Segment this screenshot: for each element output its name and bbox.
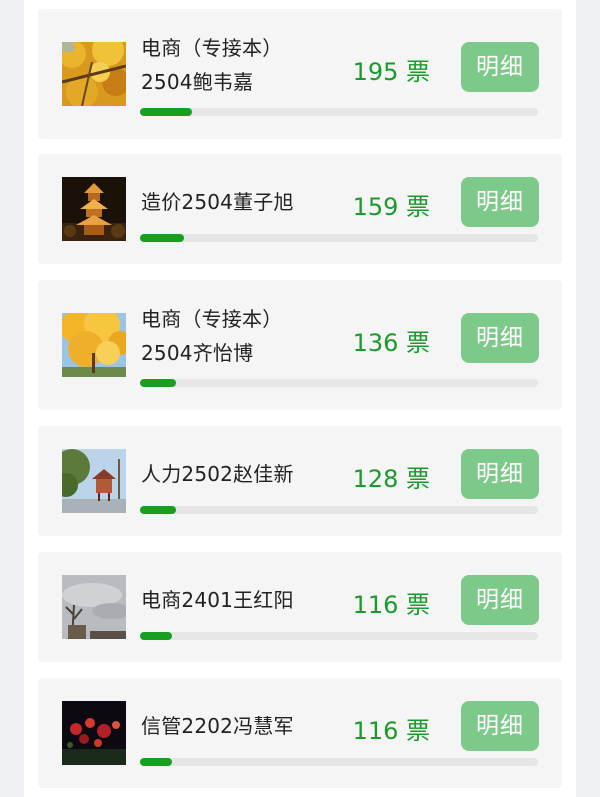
candidate-name: 造价2504董子旭	[141, 190, 294, 214]
yellow-tree-photo[interactable]	[62, 313, 126, 377]
candidate-name: 电商（专接本）2504齐怡博	[141, 307, 283, 365]
vote-progress-fill	[140, 632, 172, 640]
cloudy-sky-photo[interactable]	[62, 575, 126, 639]
list-item: 电商（专接本）2504齐怡博 136 票 明细	[38, 280, 562, 410]
list-item: 电商2401王红阳 116 票 明细	[38, 552, 562, 662]
list-item: 信管2202冯慧军 116 票 明细	[38, 678, 562, 788]
candidate-name: 电商2401王红阳	[141, 588, 294, 612]
detail-button[interactable]: 明细	[461, 701, 539, 751]
vote-progress-bar	[140, 506, 538, 514]
detail-button[interactable]: 明细	[461, 575, 539, 625]
vote-progress-bar	[140, 234, 538, 242]
vote-count: 159 票	[352, 193, 430, 221]
vote-progress-bar	[140, 108, 538, 116]
vote-count: 136 票	[352, 329, 430, 357]
detail-button[interactable]: 明细	[461, 42, 539, 92]
candidate-name: 电商（专接本）2504鲍韦嘉	[141, 36, 283, 94]
ranking-list: 电商（专接本）2504鲍韦嘉 195 票 明细 造价2504董子旭 159 票	[0, 0, 600, 797]
vote-progress-fill	[140, 234, 184, 242]
detail-button[interactable]: 明细	[461, 177, 539, 227]
vote-progress-bar	[140, 758, 538, 766]
vote-progress-fill	[140, 506, 176, 514]
vote-count: 116 票	[352, 717, 430, 745]
autumn-leaves-photo[interactable]	[62, 42, 126, 106]
list-item: 人力2502赵佳新 128 票 明细	[38, 426, 562, 536]
detail-button[interactable]: 明细	[461, 449, 539, 499]
vote-progress-fill	[140, 379, 176, 387]
candidate-name: 人力2502赵佳新	[141, 462, 294, 486]
vote-progress-bar	[140, 632, 538, 640]
night-flowers-photo[interactable]	[62, 701, 126, 765]
park-pavilion-photo[interactable]	[62, 449, 126, 513]
vote-count: 128 票	[352, 465, 430, 493]
detail-button[interactable]: 明细	[461, 313, 539, 363]
vote-count: 195 票	[352, 58, 430, 86]
vote-progress-bar	[140, 379, 538, 387]
candidate-name: 信管2202冯慧军	[141, 714, 294, 738]
list-item: 电商（专接本）2504鲍韦嘉 195 票 明细	[38, 9, 562, 139]
vote-progress-fill	[140, 758, 172, 766]
vote-count: 116 票	[352, 591, 430, 619]
list-item: 造价2504董子旭 159 票 明细	[38, 154, 562, 264]
night-pagoda-photo[interactable]	[62, 177, 126, 241]
vote-progress-fill	[140, 108, 192, 116]
